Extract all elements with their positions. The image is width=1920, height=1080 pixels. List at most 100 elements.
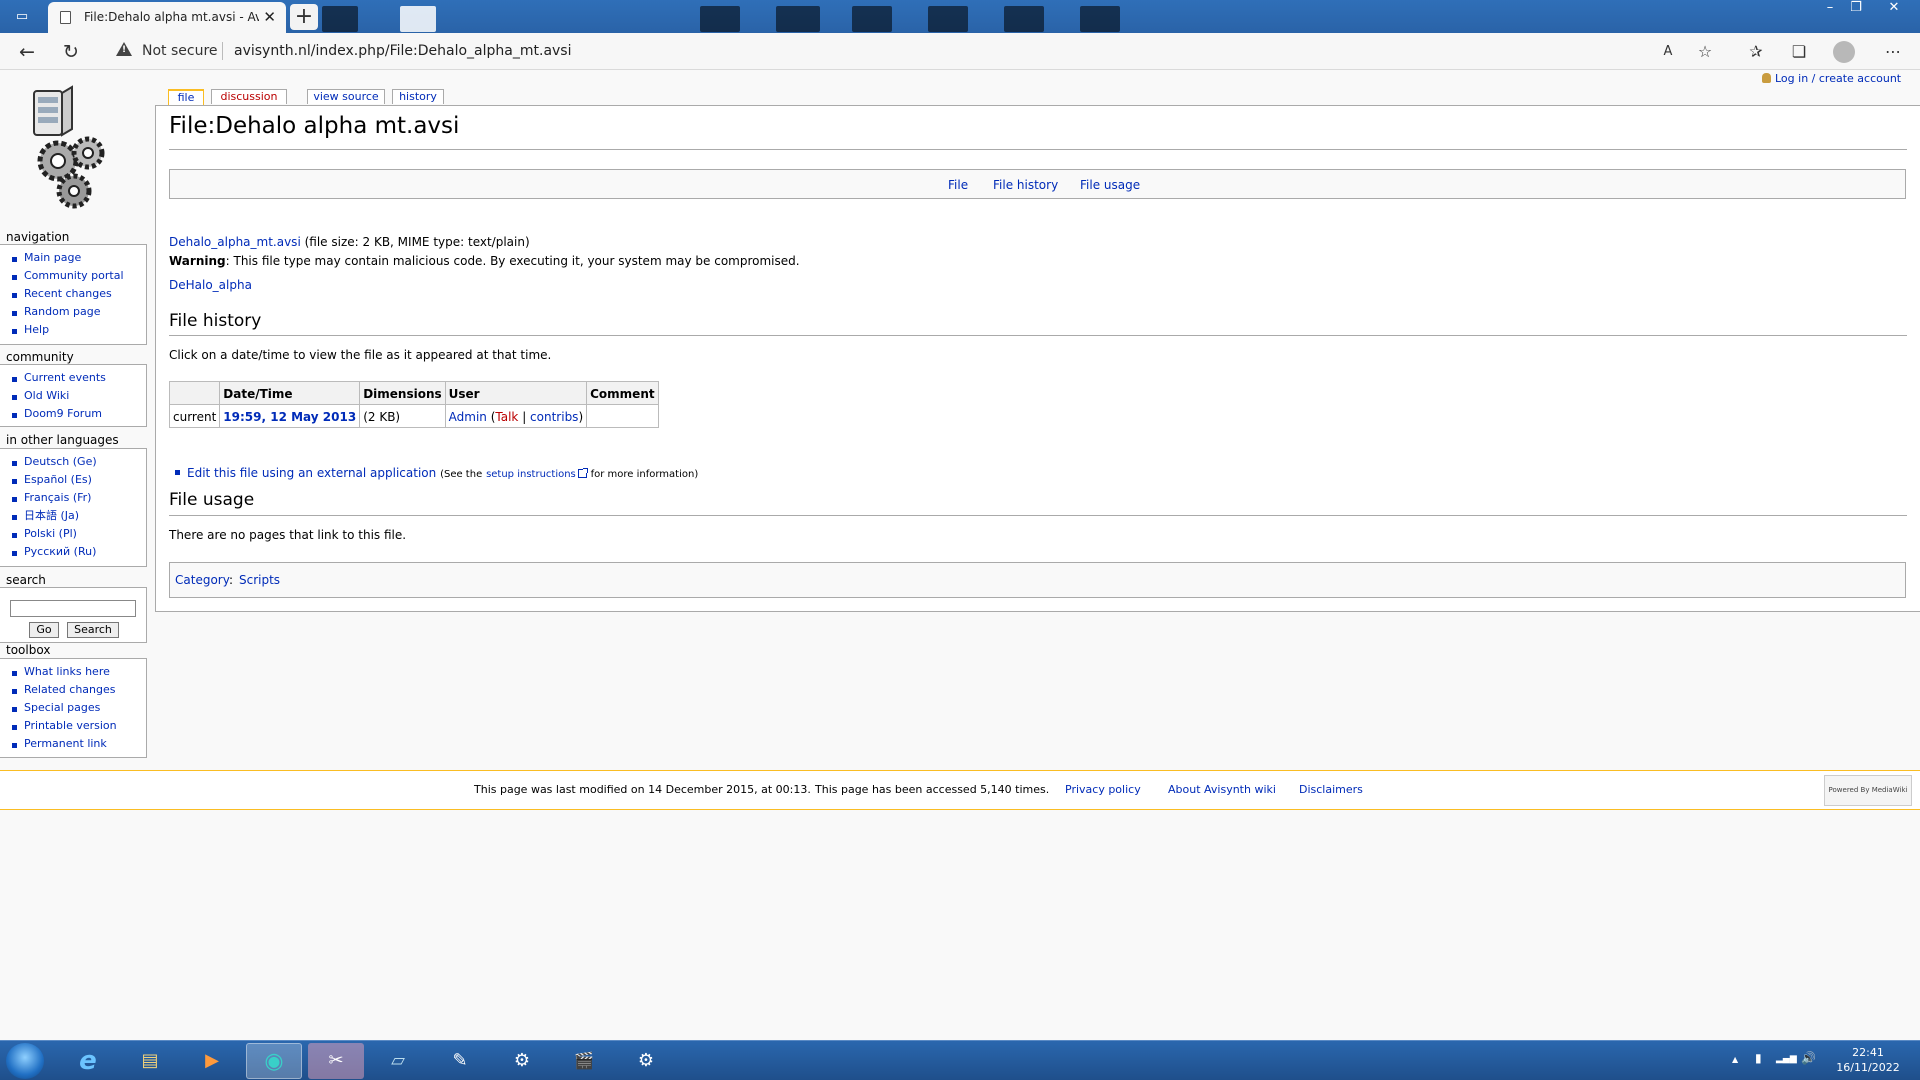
file-download-link[interactable]: Dehalo_alpha_mt.avsi (169, 235, 301, 249)
user-contribs-link[interactable]: contribs (530, 410, 578, 424)
sidebar-item-current-events[interactable]: Current events (24, 371, 106, 384)
clapperboard-icon[interactable]: 🎬 (556, 1043, 612, 1079)
lang-russian-link[interactable]: Русский (Ru) (24, 545, 96, 558)
tab-view-source-label[interactable]: view source (313, 90, 378, 103)
login-link[interactable]: Log in / create account (1762, 72, 1901, 85)
table-header (168, 381, 221, 405)
tool-printable-version[interactable]: Printable version (24, 719, 117, 732)
file-history-table: Date/Time Dimensions User Comment curren… (168, 381, 659, 428)
toc-file-history-link[interactable]: File history (993, 178, 1058, 192)
search-input[interactable] (10, 600, 136, 617)
dehalo-alpha-link[interactable]: DeHalo_alpha (169, 278, 252, 292)
category-links: Category : Scripts (169, 562, 1906, 598)
sidebar-item-old-wiki[interactable]: Old Wiki (24, 389, 69, 402)
warning-line: Warning: This file type may contain mali… (169, 254, 800, 268)
sidebar-item-community-portal[interactable]: Community portal (24, 269, 124, 282)
internet-explorer-icon[interactable]: e (60, 1043, 116, 1079)
navigation-portlet: Main page Community portal Recent change… (0, 244, 147, 345)
lang-japanese-link[interactable]: 日本語 (Ja) (24, 509, 79, 522)
about-link[interactable]: About Avisynth wiki (1168, 783, 1276, 796)
paren-close: ) (578, 410, 584, 424)
lang-polski-link[interactable]: Polski (Pl) (24, 527, 77, 540)
lang-francais-link[interactable]: Français (Fr) (24, 491, 91, 504)
read-aloud-icon[interactable]: A (1655, 39, 1681, 65)
user-admin-link[interactable]: Admin (449, 410, 487, 424)
tab-discussion-label[interactable]: discussion (220, 90, 277, 103)
category-scripts-link[interactable]: Scripts (239, 573, 280, 587)
toc-file-link[interactable]: File (948, 178, 968, 192)
restore-icon[interactable]: ❐ (1842, 0, 1870, 18)
avisynth-logo-icon[interactable] (28, 83, 112, 211)
back-arrow-icon[interactable]: ← (14, 39, 40, 65)
media-player-icon[interactable]: ▶ (184, 1043, 240, 1079)
paint-tool-icon[interactable]: ✂ (308, 1043, 364, 1079)
collections-icon[interactable]: ❏ (1786, 39, 1812, 65)
more-icon[interactable]: ⋯ (1880, 39, 1906, 65)
tab-actions-icon[interactable]: ▭ (12, 7, 32, 27)
content-area: File:Dehalo alpha mt.avsi File File hist… (155, 105, 1920, 612)
sidebar-item-random-page[interactable]: Random page (24, 305, 101, 318)
background-window-thumbnail (776, 6, 820, 32)
tool-what-links-here[interactable]: What links here (24, 665, 110, 678)
tool-related-changes[interactable]: Related changes (24, 683, 116, 696)
tab-view-source[interactable]: view source (307, 89, 385, 104)
page-viewport: Log in / create account file discussion … (0, 71, 1920, 1040)
network-device-icon[interactable]: ▮ (1755, 1051, 1762, 1065)
sidebar-item-recent-changes[interactable]: Recent changes (24, 287, 112, 300)
minimize-icon[interactable]: – (1816, 0, 1844, 18)
comment-cell (586, 404, 659, 428)
notepad-icon[interactable]: ▱ (370, 1043, 426, 1079)
favorites-icon[interactable]: ✰ (1743, 39, 1769, 65)
sidebar-item-doom9-forum[interactable]: Doom9 Forum (24, 407, 102, 420)
lang-espanol-link[interactable]: Español (Es) (24, 473, 92, 486)
editor-icon[interactable]: ✎ (432, 1043, 488, 1079)
tab-file-label[interactable]: file (178, 91, 195, 104)
go-button[interactable]: Go (29, 622, 59, 638)
toc-file-usage-link[interactable]: File usage (1080, 178, 1140, 192)
search-button[interactable]: Search (67, 622, 119, 638)
powered-by-mediawiki-badge[interactable]: Powered By MediaWiki (1824, 775, 1912, 806)
file-explorer-icon[interactable]: ▤ (122, 1043, 178, 1079)
close-window-icon[interactable]: ✕ (1880, 0, 1908, 18)
system-gear-icon[interactable]: ⚙ (618, 1043, 674, 1079)
tool-special-pages[interactable]: Special pages (24, 701, 100, 714)
history-rule (169, 335, 1907, 336)
lang-deutsch-link[interactable]: Deutsch (Ge) (24, 455, 97, 468)
sidebar-item-main-page[interactable]: Main page (24, 251, 81, 264)
refresh-icon[interactable]: ↻ (58, 39, 84, 65)
settings-gear-icon[interactable]: ⚙ (494, 1043, 550, 1079)
datetime-link[interactable]: 19:59, 12 May 2013 (223, 410, 356, 424)
close-tab-icon[interactable]: ✕ (263, 8, 276, 26)
history-note: Click on a date/time to view the file as… (169, 348, 552, 362)
sidebar-item-help[interactable]: Help (24, 323, 49, 336)
profile-icon[interactable] (1833, 41, 1855, 63)
signal-icon[interactable]: ▂▄▆ (1776, 1054, 1797, 1064)
new-tab-button[interactable]: + (290, 4, 318, 30)
tab-file[interactable]: file (168, 89, 204, 105)
table-header: User (444, 381, 588, 405)
setup-instructions-link[interactable]: setup instructions (486, 469, 576, 480)
tool-permanent-link[interactable]: Permanent link (24, 737, 107, 750)
edit-external-link[interactable]: Edit this file using an external applica… (187, 466, 436, 480)
table-header-row: Date/Time Dimensions User Comment (168, 381, 659, 405)
tab-history[interactable]: history (392, 89, 444, 104)
edge-icon[interactable]: ◉ (246, 1043, 302, 1079)
privacy-policy-link[interactable]: Privacy policy (1065, 783, 1141, 796)
tab-history-label[interactable]: history (399, 90, 437, 103)
show-hidden-icons[interactable]: ▲ (1732, 1055, 1738, 1064)
warning-label: Warning (169, 254, 226, 268)
tab-discussion[interactable]: discussion (211, 89, 287, 104)
category-label-link[interactable]: Category (175, 573, 230, 587)
file-toc: File File history File usage (169, 169, 1906, 199)
volume-icon[interactable]: 🔊 (1801, 1051, 1816, 1065)
not-secure-label[interactable]: Not secure (142, 43, 218, 59)
edit-note-pre: (See the (440, 469, 483, 480)
disclaimers-link[interactable]: Disclaimers (1299, 783, 1363, 796)
start-button[interactable] (6, 1043, 44, 1079)
add-favorite-icon[interactable]: ☆ (1692, 39, 1718, 65)
user-talk-link[interactable]: Talk (495, 410, 518, 424)
browser-tab-active[interactable]: File:Dehalo alpha mt.avsi - Avisynth ✕ (48, 2, 286, 33)
taskbar-clock[interactable]: 22:41 16/11/2022 (1832, 1045, 1904, 1075)
address-bar-url[interactable]: avisynth.nl/index.php/File:Dehalo_alpha_… (234, 43, 572, 59)
table-row: current 19:59, 12 May 2013 (2 KB) Admin … (168, 404, 659, 428)
